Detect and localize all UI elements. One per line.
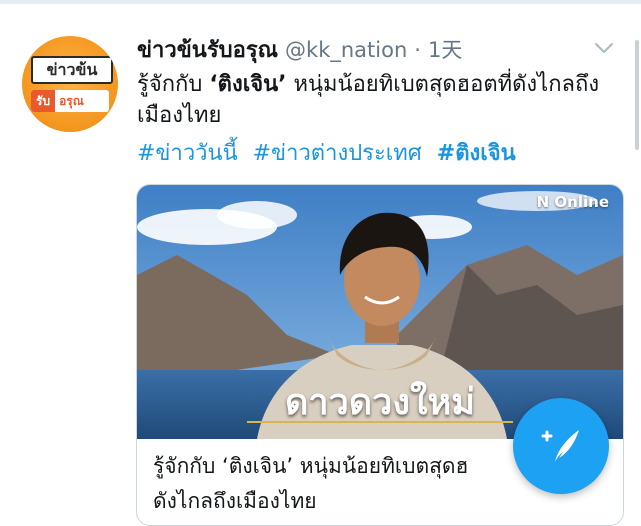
compose-tweet-button[interactable] [513,398,609,494]
tweet-text-prefix: รู้จักกับ [137,72,210,97]
avatar-logo-bottom: รับ อรุณ [31,90,109,112]
news-source-watermark: N Online [536,193,609,211]
timeline-divider [0,0,641,4]
chevron-down-icon[interactable] [593,40,615,56]
hashtag-link[interactable]: #ข่าววันนี้ [137,141,238,166]
separator-dot: · [414,38,421,62]
avatar-logo-top: ข่าวข้น [31,56,113,84]
compose-tweet-icon [541,430,579,462]
tweet-text-bold: ‘ติงเจิน’ [209,72,287,97]
tweet-time[interactable]: 1天 [428,38,462,62]
caption-underline [247,421,513,423]
hashtag-link[interactable]: #ข่าวต่างประเทศ [253,141,422,166]
avatar[interactable]: ข่าวข้น รับ อรุณ [22,36,118,132]
author-name[interactable]: ข่าวข้นรับอรุณ [137,38,278,63]
tweet-header: ข่าวข้นรับอรุณ @kk_nation · 1天 [137,36,462,65]
tweet-text: รู้จักกับ ‘ติงเจิน’ หนุ่มน้อยทิเบตสุดฮอต… [137,69,617,131]
avatar-logo-part-a: รับ [31,90,56,112]
hashtag-list: #ข่าววันนี้ #ข่าวต่างประเทศ #ติงเจิน [137,138,524,169]
avatar-logo-part-b: อรุณ [59,94,84,108]
scrollbar[interactable] [635,40,639,150]
author-handle[interactable]: @kk_nation [285,38,407,62]
hashtag-link[interactable]: #ติงเจิน [437,141,516,166]
